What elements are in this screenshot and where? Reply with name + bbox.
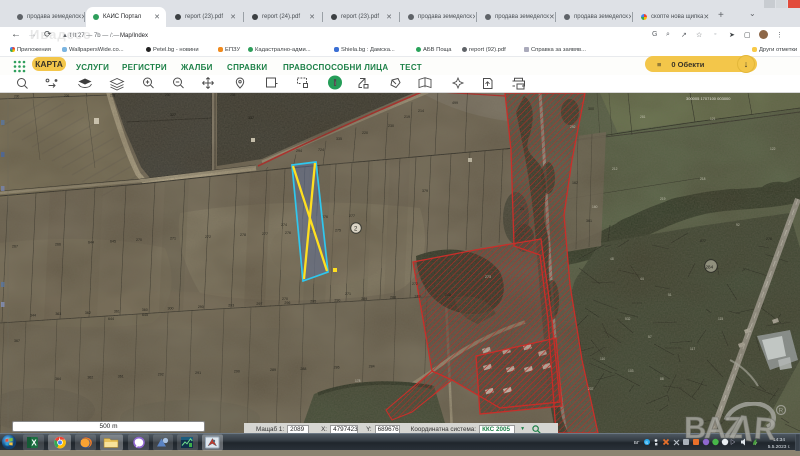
svg-text:362: 362 <box>87 376 93 380</box>
svg-text:214: 214 <box>418 109 424 113</box>
svg-text:532: 532 <box>625 317 631 321</box>
svg-text:44: 44 <box>640 277 644 281</box>
svg-text:51: 51 <box>668 293 672 297</box>
svg-text:290: 290 <box>334 298 340 302</box>
svg-text:218: 218 <box>700 177 706 181</box>
svg-text:281: 281 <box>640 115 646 119</box>
svg-text:379: 379 <box>422 189 428 193</box>
svg-text:276: 276 <box>285 231 291 235</box>
svg-text:277: 277 <box>262 232 268 236</box>
svg-text:291: 291 <box>195 371 201 375</box>
svg-text:R: R <box>779 408 784 415</box>
svg-text:300: 300 <box>167 307 173 311</box>
svg-text:297: 297 <box>256 302 262 306</box>
svg-text:361: 361 <box>114 309 120 313</box>
svg-text:212: 212 <box>612 167 618 171</box>
svg-text:249: 249 <box>415 294 421 298</box>
svg-text:274: 274 <box>281 223 287 227</box>
svg-text:160: 160 <box>592 205 598 209</box>
svg-text:295: 295 <box>310 299 316 303</box>
svg-text:290: 290 <box>198 305 204 309</box>
svg-text:300005 1707100 003000: 300005 1707100 003000 <box>686 96 731 101</box>
svg-text:335: 335 <box>336 137 342 141</box>
svg-text:S: S <box>645 440 648 445</box>
svg-text:57: 57 <box>648 335 652 339</box>
svg-text:238: 238 <box>230 93 236 97</box>
svg-text:644: 644 <box>108 317 114 321</box>
svg-text:267: 267 <box>12 244 18 248</box>
svg-text:92: 92 <box>736 223 740 227</box>
svg-text:290: 290 <box>234 370 240 374</box>
svg-text:300: 300 <box>588 107 594 111</box>
svg-text:21: 21 <box>520 207 524 211</box>
svg-text:230: 230 <box>165 93 171 97</box>
svg-text:327: 327 <box>170 113 176 117</box>
svg-text:337: 337 <box>248 116 254 120</box>
svg-text:275: 275 <box>335 228 341 232</box>
svg-text:364: 364 <box>55 377 61 381</box>
svg-text:361: 361 <box>586 219 592 223</box>
svg-text:296: 296 <box>284 301 290 305</box>
svg-text:361: 361 <box>118 374 124 378</box>
svg-text:48: 48 <box>610 257 614 261</box>
svg-text:121: 121 <box>710 117 716 121</box>
svg-text:363: 363 <box>55 312 61 316</box>
svg-text:270: 270 <box>136 238 142 242</box>
svg-text:272: 272 <box>412 282 418 286</box>
svg-text:122: 122 <box>770 147 776 151</box>
svg-text:292: 292 <box>158 373 164 377</box>
svg-text:278: 278 <box>766 237 772 241</box>
svg-text:367: 367 <box>14 339 20 343</box>
svg-text:230: 230 <box>388 124 394 128</box>
svg-text:645: 645 <box>142 313 148 317</box>
svg-text:724: 724 <box>318 148 324 152</box>
svg-text:230: 230 <box>14 95 20 99</box>
svg-text:272: 272 <box>205 235 211 239</box>
svg-text:110: 110 <box>600 357 605 361</box>
svg-text:284: 284 <box>706 265 714 270</box>
svg-text:294: 294 <box>296 149 302 153</box>
svg-text:284: 284 <box>369 364 375 368</box>
svg-text:219: 219 <box>660 197 666 201</box>
svg-text:220: 220 <box>362 131 368 135</box>
svg-text:293: 293 <box>228 304 234 308</box>
svg-text:289: 289 <box>361 297 367 301</box>
svg-text:360: 360 <box>142 308 148 312</box>
svg-text:877: 877 <box>700 239 706 243</box>
svg-text:R: R <box>753 410 778 447</box>
svg-text:103: 103 <box>628 369 634 373</box>
svg-text:228: 228 <box>110 94 116 98</box>
svg-text:645: 645 <box>110 240 116 244</box>
svg-text:277: 277 <box>349 214 355 218</box>
svg-text:117: 117 <box>690 347 695 351</box>
svg-text:162: 162 <box>572 181 578 185</box>
svg-text:288: 288 <box>390 296 396 300</box>
svg-text:88: 88 <box>660 377 664 381</box>
svg-text:237: 237 <box>588 387 594 391</box>
svg-text:278: 278 <box>240 233 246 237</box>
svg-text:644: 644 <box>88 241 94 245</box>
svg-text:i: i <box>334 78 336 88</box>
svg-text:X: X <box>31 439 37 448</box>
svg-text:499: 499 <box>452 101 458 105</box>
svg-text:271: 271 <box>345 292 351 296</box>
svg-text:288: 288 <box>300 367 306 371</box>
svg-text:219: 219 <box>404 115 410 119</box>
svg-text:289: 289 <box>270 368 276 372</box>
svg-text:266: 266 <box>55 242 61 246</box>
svg-text:226: 226 <box>64 94 70 98</box>
svg-text:248: 248 <box>445 293 451 297</box>
svg-text:270: 270 <box>282 297 288 301</box>
svg-text:БГ: БГ <box>634 440 640 445</box>
svg-text:362: 362 <box>85 311 91 315</box>
svg-text:115: 115 <box>718 317 723 321</box>
svg-text:344: 344 <box>30 314 36 318</box>
svg-text:271: 271 <box>170 237 176 241</box>
svg-text:178: 178 <box>355 379 361 383</box>
svg-text:273: 273 <box>485 275 491 279</box>
svg-text:286: 286 <box>334 366 340 370</box>
svg-text:292: 292 <box>570 125 576 129</box>
